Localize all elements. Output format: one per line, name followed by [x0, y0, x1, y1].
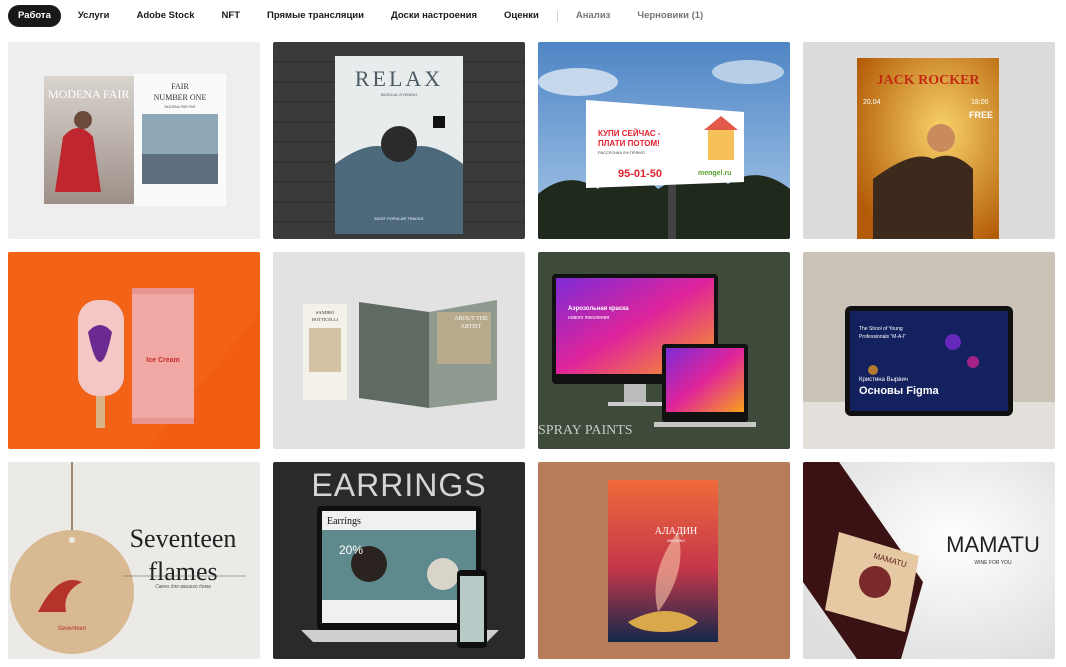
project-thumbnail: RELAX MUSICAL EVENING MOST POPULAR TRACK… [273, 42, 525, 239]
tab-services[interactable]: Услуги [68, 5, 120, 27]
site-headline-2: нового поколения [568, 315, 609, 321]
tab-moodboards[interactable]: Доски настроения [381, 5, 487, 27]
magazine-tagline: MODENA PAR PAR [165, 105, 196, 109]
project-card-botticelli[interactable]: SANDRO BOTTICELLI ABOUT THE ARTIST [273, 252, 525, 449]
project-thumbnail: EARRINGS Earrings 20% [273, 462, 525, 659]
poster-title: RELAX [355, 66, 443, 91]
project-thumbnail: MAMATU MAMATU WINE FOR YOU [803, 462, 1055, 659]
tab-nft[interactable]: NFT [212, 5, 250, 27]
project-thumbnail: JACK ROCKER 20.04 18:00 FREE [803, 42, 1055, 239]
screen-discount: 20% [339, 543, 363, 557]
brand-tagline: Свечи для вашего дома [155, 584, 211, 590]
magazine-title-left: MODENA FAIR [48, 87, 129, 101]
brand-title: MAMATU [946, 532, 1040, 557]
billboard-headline-2: ПЛАТИ ПОТОМ! [598, 139, 660, 148]
brochure-name-1: SANDRO [316, 310, 335, 315]
poster-title: JACK ROCKER [876, 73, 980, 88]
tab-appreciations[interactable]: Оценки [494, 5, 549, 27]
poster-date: 20.04 [863, 99, 881, 106]
brochure-heading-1: ABOUT THE [454, 316, 488, 322]
project-tabs: Работа Услуги Adobe Stock NFT Прямые тра… [8, 5, 720, 27]
tab-work[interactable]: Работа [8, 5, 61, 27]
project-card-relax-poster[interactable]: RELAX MUSICAL EVENING MOST POPULAR TRACK… [273, 42, 525, 239]
project-thumbnail: КУПИ СЕЙЧАС - ПЛАТИ ПОТОМ! РАССРОЧКА 0% … [538, 42, 790, 239]
billboard-subline: РАССРОЧКА 0% ПРЯМО [598, 150, 645, 155]
project-card-spray-paints[interactable]: Аэрозольная краска нового поколения SPRA… [538, 252, 790, 449]
tablet-title: Основы Figma [859, 385, 940, 397]
tab-analytics[interactable]: Анализ [566, 5, 620, 27]
project-thumbnail: Аэрозольная краска нового поколения SPRA… [538, 252, 790, 449]
project-card-mamatu[interactable]: MAMATU MAMATU WINE FOR YOU [803, 462, 1055, 659]
billboard-headline-1: КУПИ СЕЙЧАС - [598, 129, 661, 138]
tablet-author: Кристина Вырвич [859, 377, 908, 383]
project-card-modena-fair[interactable]: MODENA FAIR FAIR NUMBER ONE MODENA PAR P… [8, 42, 260, 239]
project-grid: MODENA FAIR FAIR NUMBER ONE MODENA PAR P… [8, 42, 1055, 659]
brand-title-2: flames [148, 557, 217, 586]
project-thumbnail: АЛАДИН МЮЗИКЛ [538, 462, 790, 659]
tablet-line-1: The Shool of Young [859, 326, 903, 332]
project-thumbnail: MODENA FAIR FAIR NUMBER ONE MODENA PAR P… [8, 42, 260, 239]
screen-title: Earrings [327, 516, 361, 527]
poster-subtitle: MUSICAL EVENING [381, 92, 418, 97]
project-thumbnail: Ice Cream [8, 252, 260, 449]
project-card-aladdin[interactable]: АЛАДИН МЮЗИКЛ [538, 462, 790, 659]
poster-caption: MOST POPULAR TRACKS [375, 216, 424, 221]
brand-title-1: Seventeen [130, 524, 237, 553]
project-card-billboard[interactable]: КУПИ СЕЙЧАС - ПЛАТИ ПОТОМ! РАССРОЧКА 0% … [538, 42, 790, 239]
tablet-line-2: Professionals "M-A-I" [859, 334, 906, 340]
project-card-figma-course[interactable]: The Shool of Young Professionals "M-A-I"… [803, 252, 1055, 449]
tab-livestreams[interactable]: Прямые трансляции [257, 5, 374, 27]
project-card-earrings[interactable]: EARRINGS Earrings 20% [273, 462, 525, 659]
project-thumbnail: SANDRO BOTTICELLI ABOUT THE ARTIST [273, 252, 525, 449]
magazine-title-right-1: FAIR [171, 82, 189, 91]
magazine-title-right-2: NUMBER ONE [154, 93, 207, 102]
project-card-seventeen-flames[interactable]: Seventeen Seventeen flames Свечи для ваш… [8, 462, 260, 659]
brochure-heading-2: ARTIST [461, 324, 482, 330]
poster-time: 18:00 [971, 99, 989, 106]
billboard-phone: 95-01-50 [618, 168, 662, 180]
project-card-jack-rocker[interactable]: JACK ROCKER 20.04 18:00 FREE [803, 42, 1055, 239]
project-card-ice-cream[interactable]: Ice Cream [8, 252, 260, 449]
showcase-title: EARRINGS [311, 467, 486, 503]
billboard-site: mengel.ru [698, 170, 731, 177]
poster-subtitle: МЮЗИКЛ [667, 538, 685, 543]
tab-drafts[interactable]: Черновики (1) [627, 5, 713, 27]
caption: SPRAY PAINTS [538, 423, 633, 438]
poster-price: FREE [969, 110, 993, 120]
poster-title: АЛАДИН [655, 526, 698, 537]
brand-tagline: WINE FOR YOU [974, 560, 1012, 566]
project-thumbnail: The Shool of Young Professionals "M-A-I"… [803, 252, 1055, 449]
tag-badge: Seventeen [58, 626, 87, 632]
product-label: Ice Cream [146, 357, 179, 364]
tab-adobe-stock[interactable]: Adobe Stock [126, 5, 204, 27]
tab-divider [556, 10, 558, 22]
project-thumbnail: Seventeen Seventeen flames Свечи для ваш… [8, 462, 260, 659]
site-headline-1: Аэрозольная краска [568, 306, 629, 312]
brochure-name-2: BOTTICELLI [312, 317, 338, 322]
